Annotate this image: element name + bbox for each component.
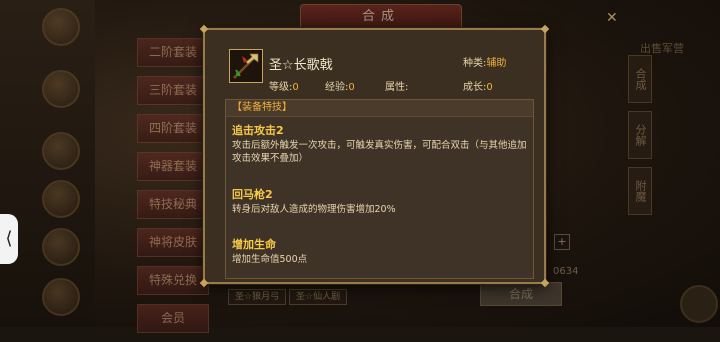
menu-circle[interactable] <box>42 180 80 218</box>
skill-desc: 增加生命值500点 <box>232 254 308 265</box>
attr-label: 属性: <box>385 82 409 93</box>
skill-desc: 攻击后额外触发一次攻击，可触发真实伤害，可配合双击（与其他追加攻击效果不叠加） <box>232 140 527 164</box>
left-rail <box>0 0 95 327</box>
menu-circle[interactable] <box>42 278 80 316</box>
menu-circle[interactable] <box>42 70 80 108</box>
level-label: 等级: <box>269 82 293 93</box>
attr-field: 属性: <box>385 78 408 93</box>
skill-desc: 转身后对敌人造成的物理伤害增加20% <box>232 204 396 215</box>
side-menu-item[interactable]: 神器套装 <box>137 152 209 181</box>
category-label: 种类: <box>463 58 487 69</box>
halberd-icon <box>229 49 263 83</box>
exp-value: 0 <box>348 82 355 93</box>
exp-label: 经验: <box>325 82 349 93</box>
banner-title: 合成 <box>300 4 462 30</box>
menu-circle[interactable] <box>42 132 80 170</box>
growth-value: 0 <box>486 82 493 93</box>
category-value: 辅助 <box>486 58 507 69</box>
skill-entry: 追击攻击2 攻击后额外触发一次攻击，可触发真实伤害，可配合双击（与其他追加攻击效… <box>232 122 528 165</box>
skill-title: 增加生命 <box>232 238 276 251</box>
menu-circle[interactable] <box>680 285 718 323</box>
skill-entry: 回马枪2 转身后对敌人造成的物理伤害增加20% <box>232 186 528 216</box>
side-menu: 二阶套装 三阶套装 四阶套装 神器套装 特技秘典 神将皮肤 特殊兑换 会员 <box>137 38 209 342</box>
item-header: 圣☆长歌戟 种类:辅助 等级:0 经验:0 属性: 成长:0 <box>205 30 544 96</box>
tab-enchant[interactable]: 附魔 <box>628 167 652 215</box>
right-tabs: 合成 分解 附魔 <box>628 55 652 223</box>
exp-field: 经验:0 <box>325 78 355 93</box>
bottom-chip[interactable]: 圣☆狼月弓 <box>228 289 287 305</box>
side-menu-item[interactable]: 会员 <box>137 304 209 333</box>
side-menu-item[interactable]: 二阶套装 <box>137 38 209 67</box>
skill-entry: 增加生命 增加生命值500点 <box>232 236 528 266</box>
skills-panel: 【装备特技】 追击攻击2 攻击后额外触发一次攻击，可触发真实伤害，可配合双击（与… <box>225 99 534 279</box>
side-menu-item[interactable]: 神将皮肤 <box>137 228 209 257</box>
counter-text: 0634 <box>553 266 579 277</box>
growth-field: 成长:0 <box>463 78 493 93</box>
right-title: 出售军营 <box>640 42 684 55</box>
tab-compose[interactable]: 合成 <box>628 55 652 103</box>
skills-header: 【装备特技】 <box>226 100 533 117</box>
menu-circle[interactable] <box>42 228 80 266</box>
side-menu-item[interactable]: 三阶套装 <box>137 76 209 105</box>
bottom-chip[interactable]: 圣☆仙人剧 <box>289 289 348 305</box>
skill-title: 回马枪2 <box>232 188 273 201</box>
compose-button[interactable]: 合成 <box>480 282 562 306</box>
avatar[interactable] <box>42 8 80 46</box>
item-detail-popup: 圣☆长歌戟 种类:辅助 等级:0 经验:0 属性: 成长:0 【装备特技】 追击… <box>199 24 550 288</box>
skill-title: 追击攻击2 <box>232 124 284 137</box>
close-icon[interactable]: ✕ <box>606 10 618 26</box>
category-field: 种类:辅助 <box>463 54 506 69</box>
plus-button[interactable]: + <box>554 234 570 250</box>
item-name: 圣☆长歌戟 <box>269 58 333 73</box>
side-menu-item[interactable]: 四阶套装 <box>137 114 209 143</box>
growth-label: 成长: <box>463 82 487 93</box>
side-menu-item[interactable]: 特殊兑换 <box>137 266 209 295</box>
back-arrow-icon[interactable]: ⟨ <box>0 214 18 264</box>
level-field: 等级:0 <box>269 78 299 93</box>
tab-decompose[interactable]: 分解 <box>628 111 652 159</box>
side-menu-item[interactable]: 特技秘典 <box>137 190 209 219</box>
level-value: 0 <box>292 82 299 93</box>
